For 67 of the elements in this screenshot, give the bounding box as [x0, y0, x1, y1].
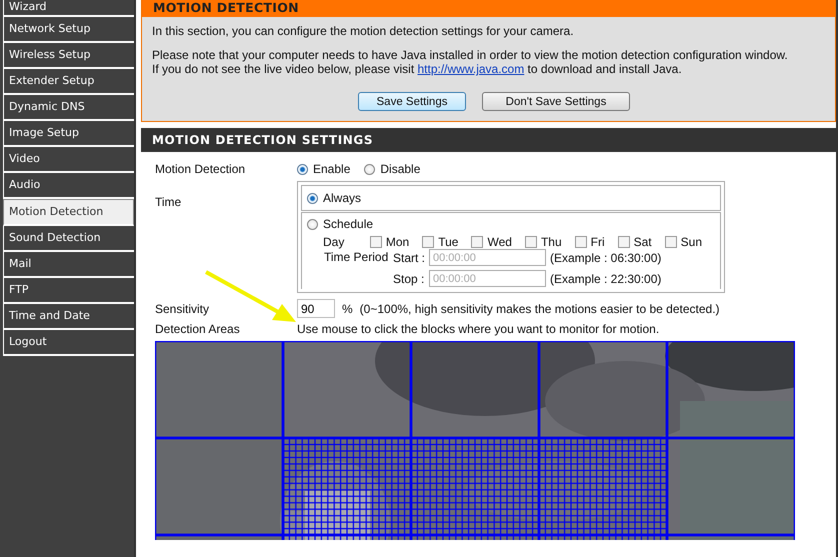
cancel-button[interactable]: Don't Save Settings [482, 92, 630, 111]
sidebar-item[interactable]: Time and Date [3, 304, 134, 330]
java-link[interactable]: http://www.java.com [418, 62, 524, 76]
example-text: (Example : 06:30:00) [550, 250, 662, 264]
checkbox[interactable] [664, 236, 677, 248]
field-label: Sensitivity [155, 302, 210, 316]
checkbox-label: Fri [590, 235, 605, 249]
field-label: Start : [393, 250, 425, 264]
detection-block[interactable] [155, 534, 284, 540]
detection-block[interactable] [538, 534, 668, 540]
sidebar-item[interactable]: Sound Detection [3, 226, 134, 252]
checkbox[interactable] [422, 236, 434, 248]
java-note: Please note that your computer needs to have Java installed in order to view the motion detection configuration window. [152, 48, 789, 62]
save-button[interactable]: Save Settings [358, 92, 466, 111]
intro-text: In this section, you can configure the motion detection settings for your camera. [152, 24, 575, 38]
detection-block[interactable] [410, 436, 540, 536]
detection-block[interactable] [410, 534, 540, 540]
hint-text: Use mouse to click the blocks where you want to monitor for motion. [297, 322, 660, 336]
detection-block[interactable] [666, 534, 795, 540]
detection-block[interactable] [538, 436, 668, 536]
sensitivity-field[interactable]: 90 [297, 299, 335, 318]
sidebar-item[interactable]: Image Setup [3, 121, 134, 147]
field-label: Detection Areas [155, 322, 241, 336]
sidebar-item[interactable]: Logout [3, 330, 134, 356]
field-label: Time [155, 195, 182, 209]
detection-block[interactable] [282, 534, 412, 540]
detection-block[interactable] [666, 436, 795, 536]
checkbox[interactable] [618, 236, 630, 248]
sidebar-item[interactable]: Wizard [3, 0, 134, 17]
checkbox[interactable] [471, 236, 484, 248]
radio-label: Enable [313, 162, 350, 176]
example-text: (Example : 22:30:00) [550, 272, 662, 286]
hint-text: (0~100%, high sensitivity makes the motions easier to be detected.) [360, 302, 720, 316]
checkbox-label: Sat [634, 235, 652, 249]
checkbox-label: Tue [438, 235, 458, 249]
sidebar-item[interactable]: Motion Detection [3, 199, 134, 226]
sidebar-item[interactable]: Wireless Setup [3, 43, 134, 69]
sidebar-item[interactable]: FTP [3, 278, 134, 304]
sidebar-item[interactable]: Network Setup [3, 17, 134, 43]
java-note: If you do not see the live video below, please visit http://www.java.com to download and install Java. [152, 62, 683, 76]
sidebar-item[interactable]: Video [3, 147, 134, 173]
sidebar-item[interactable]: Extender Setup [3, 69, 134, 95]
section-title: MOTION DETECTION SETTINGS [141, 128, 836, 152]
checkbox-label: Mon [386, 235, 410, 249]
checkbox[interactable] [524, 236, 537, 248]
field-label: Stop : [393, 272, 425, 286]
unit-label: % [342, 302, 353, 316]
radio-button[interactable] [297, 164, 308, 174]
section-title: MOTION DETECTION [142, 0, 835, 17]
radio-button[interactable] [307, 218, 318, 230]
radio-label: Schedule [323, 217, 374, 231]
field-label: Day [323, 235, 346, 249]
checkbox-label: Sun [680, 235, 702, 249]
checkbox[interactable] [574, 236, 587, 248]
radio-label: Always [323, 191, 362, 205]
checkbox-label: Thu [540, 235, 562, 249]
detection-block[interactable] [282, 436, 412, 536]
sidebar-item[interactable]: Dynamic DNS [3, 95, 134, 121]
checkbox[interactable] [370, 236, 382, 248]
radio-label: Disable [380, 162, 420, 176]
radio-button[interactable] [364, 164, 376, 174]
field-label: Motion Detection [155, 162, 246, 176]
sidebar-item[interactable]: Mail [3, 252, 134, 278]
checkbox-label: Wed [487, 235, 512, 249]
field-label: Time Period [324, 250, 390, 266]
radio-button[interactable] [307, 192, 318, 204]
detection-block[interactable] [666, 341, 795, 440]
